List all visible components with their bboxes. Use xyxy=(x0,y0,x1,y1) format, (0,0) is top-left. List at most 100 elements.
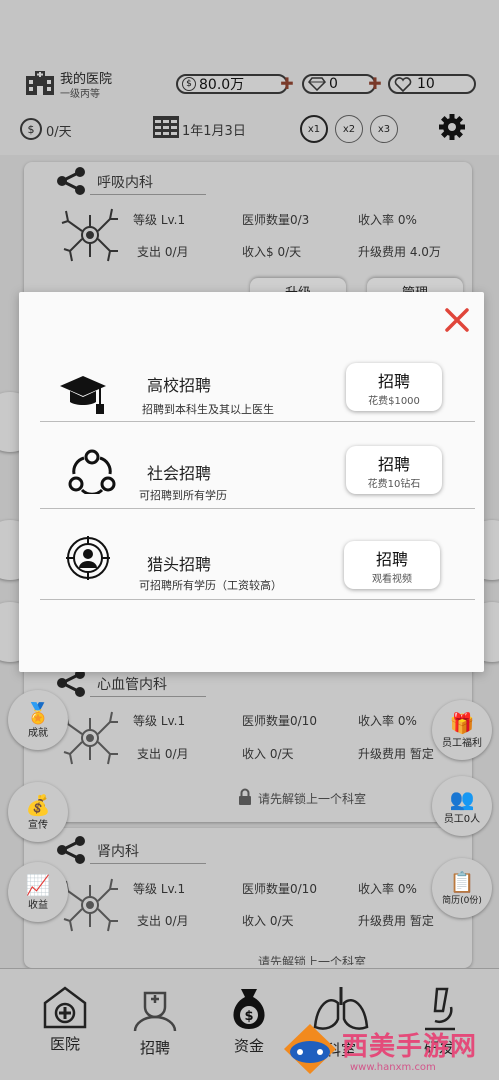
add-diamond-icon[interactable]: ✚ xyxy=(368,76,382,92)
dept-upgrade-cost: 升级费用 暂定 xyxy=(358,914,434,928)
side-label: 宣传 xyxy=(28,819,48,831)
svg-text:$: $ xyxy=(244,1009,253,1024)
side-label: 成就 xyxy=(28,727,48,739)
dept-level: 等级 Lv.1 xyxy=(133,714,186,728)
diamond-value: 0 xyxy=(329,76,338,92)
dept-level: 等级 Lv.1 xyxy=(133,213,186,227)
dept-upgrade-cost: 升级费用 4.0万 xyxy=(358,245,441,259)
watermark-text: 西美手游网 xyxy=(342,1032,478,1062)
settings-gear-icon[interactable] xyxy=(438,113,466,141)
lock-icon xyxy=(239,788,251,805)
gamepad-logo-icon xyxy=(284,1024,336,1074)
nav-label: 医院 xyxy=(49,1035,80,1053)
resume-button[interactable]: 📋 简历(0份) xyxy=(432,858,492,918)
nav-hospital[interactable]: 医院 xyxy=(30,985,100,1054)
dept-income: 收入 0/天 xyxy=(242,747,294,761)
staff-welfare-button[interactable]: 🎁 员工福利 xyxy=(432,700,492,760)
divider xyxy=(90,194,206,195)
heart-value: 10 xyxy=(417,76,435,92)
social-network-icon xyxy=(68,449,116,494)
bar-chart-icon: 📈 xyxy=(25,872,51,897)
recruit-btn-cost: 花费$1000 xyxy=(368,395,420,407)
dept-name: 肾内科 xyxy=(97,844,139,860)
dept-expense: 支出 0/月 xyxy=(137,914,189,928)
recruit-title: 社会招聘 xyxy=(147,464,212,483)
dept-expense: 支出 0/月 xyxy=(137,747,189,761)
dollar-icon: $ xyxy=(182,77,196,91)
divider xyxy=(90,863,206,864)
recruit-btn-label: 招聘 xyxy=(377,454,410,474)
medal-icon: 🏅 xyxy=(25,700,51,725)
campus-recruit-button[interactable]: 招聘 花费$1000 xyxy=(346,363,442,411)
close-icon[interactable] xyxy=(444,307,470,333)
lock-message: 请先解锁上一个科室 xyxy=(258,955,367,965)
recruit-btn-cost: 观看视频 xyxy=(372,573,412,585)
hospital-building-icon xyxy=(43,986,87,1029)
promotion-button[interactable]: 💰 宣传 xyxy=(8,782,68,842)
dept-income: 收入 0/天 xyxy=(242,914,294,928)
diamond-icon xyxy=(308,77,326,91)
lock-message: 请先解锁上一个科室 xyxy=(258,792,367,806)
achievements-button[interactable]: 🏅 成就 xyxy=(8,690,68,750)
dept-doctors: 医师数量0/3 xyxy=(242,213,310,227)
speed-x2-button[interactable]: x2 xyxy=(335,115,363,143)
hospital-icon xyxy=(26,71,54,95)
money-value: 80.0万 xyxy=(199,77,245,93)
nav-funds[interactable]: $ 资金 xyxy=(214,985,284,1056)
heart-icon xyxy=(394,76,412,92)
nav-label: 招聘 xyxy=(139,1039,170,1057)
share-icon[interactable] xyxy=(56,669,86,697)
recruit-desc: 可招聘所有学历（工资较高） xyxy=(139,579,282,592)
speed-x1-button[interactable]: x1 xyxy=(300,115,328,143)
dept-income-rate: 收入率 0% xyxy=(358,213,417,227)
revenue-button[interactable]: 📈 收益 xyxy=(8,862,68,922)
income-coin-icon: $ xyxy=(20,118,42,140)
dept-name: 呼吸内科 xyxy=(97,175,153,191)
divider xyxy=(90,696,206,697)
gift-icon: 🎁 xyxy=(449,710,475,735)
neuron-icon xyxy=(61,208,118,262)
social-recruit-button[interactable]: 招聘 花费10钻石 xyxy=(346,446,442,494)
calendar-icon xyxy=(153,116,179,138)
dept-doctors: 医师数量0/10 xyxy=(242,882,317,896)
headhunter-icon xyxy=(66,536,110,580)
money-pill[interactable]: $ 80.0万 ✚ xyxy=(176,74,294,94)
nav-label: 资金 xyxy=(233,1037,264,1055)
dept-name: 心血管内科 xyxy=(97,677,167,693)
graduation-cap-icon xyxy=(60,376,106,414)
hospital-rank: 一级丙等 xyxy=(60,89,100,100)
recruit-title: 猎头招聘 xyxy=(147,555,212,574)
dept-income-rate: 收入率 0% xyxy=(358,714,417,728)
row-divider xyxy=(40,508,475,509)
staff-group-icon: 👥 xyxy=(449,786,475,811)
row-divider xyxy=(40,421,475,422)
share-icon[interactable] xyxy=(56,167,86,195)
neuron-icon xyxy=(61,878,118,932)
recruit-title: 高校招聘 xyxy=(147,376,212,395)
nav-recruit[interactable]: 招聘 xyxy=(120,985,190,1058)
speed-x3-button[interactable]: x3 xyxy=(370,115,398,143)
add-money-icon[interactable]: ✚ xyxy=(280,76,294,92)
resume-icon: 📋 xyxy=(449,869,475,894)
recruit-btn-cost: 花费10钻石 xyxy=(367,478,421,490)
headhunter-recruit-button[interactable]: 招聘 观看视频 xyxy=(344,541,440,589)
dept-income: 收入$ 0/天 xyxy=(242,245,302,259)
dept-expense: 支出 0/月 xyxy=(137,245,189,259)
dept-level: 等级 Lv.1 xyxy=(133,882,186,896)
neuron-icon xyxy=(61,711,118,765)
money-bag-icon: $ xyxy=(233,989,265,1029)
game-date: 1年1月3日 xyxy=(182,124,246,139)
heart-pill: 10 xyxy=(388,74,476,94)
side-label: 收益 xyxy=(28,899,48,911)
doctor-icon xyxy=(133,991,177,1032)
watermark-url: www.hanxm.com xyxy=(350,1062,436,1073)
dept-doctors: 医师数量0/10 xyxy=(242,714,317,728)
row-divider xyxy=(40,599,475,600)
diamond-pill[interactable]: 0 ✚ xyxy=(302,74,382,94)
share-icon[interactable] xyxy=(56,836,86,864)
recruit-btn-label: 招聘 xyxy=(377,371,410,391)
side-label: 员工0人 xyxy=(443,813,481,825)
recruit-desc: 招聘到本科生及其以上医生 xyxy=(142,403,274,416)
staff-count-button[interactable]: 👥 员工0人 xyxy=(432,776,492,836)
dept-upgrade-cost: 升级费用 暂定 xyxy=(358,747,434,761)
